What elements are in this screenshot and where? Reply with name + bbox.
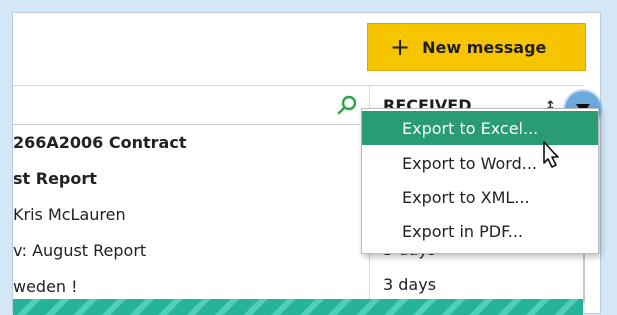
new-message-button[interactable]: + New message [367,23,586,71]
menu-item-label: Export to XML... [402,187,530,207]
row-received: 3 days [383,275,437,294]
menu-item-export-xml[interactable]: Export to XML... [362,180,598,214]
inbox-panel: + New message RECEIVED ↕ 266A2006 Contra… [12,12,601,315]
row-subject: v: August Report [13,240,147,260]
menu-item-label: Export to Word... [402,153,537,173]
table-row[interactable]: v: August Report [13,232,369,268]
new-message-label: New message [422,37,547,57]
table-row[interactable]: st Report [13,160,369,196]
export-menu: Export to Excel... Export to Word... Exp… [361,108,599,254]
row-subject: 266A2006 Contract [13,132,187,152]
row-subject: weden ! [13,276,78,296]
plus-icon: + [390,33,411,61]
selected-row-stripe [13,299,583,315]
row-subject: Kris McLauren [13,204,126,224]
search-icon[interactable] [337,95,357,115]
menu-item-label: Export in PDF... [402,221,523,241]
menu-item-label: Export to Excel... [402,118,539,138]
table-row[interactable]: 266A2006 Contract [13,124,369,160]
menu-item-export-pdf[interactable]: Export in PDF... [362,214,598,248]
table-row[interactable]: Kris McLauren [13,196,369,232]
mouse-pointer-icon [543,141,559,168]
row-subject: st Report [13,168,97,188]
